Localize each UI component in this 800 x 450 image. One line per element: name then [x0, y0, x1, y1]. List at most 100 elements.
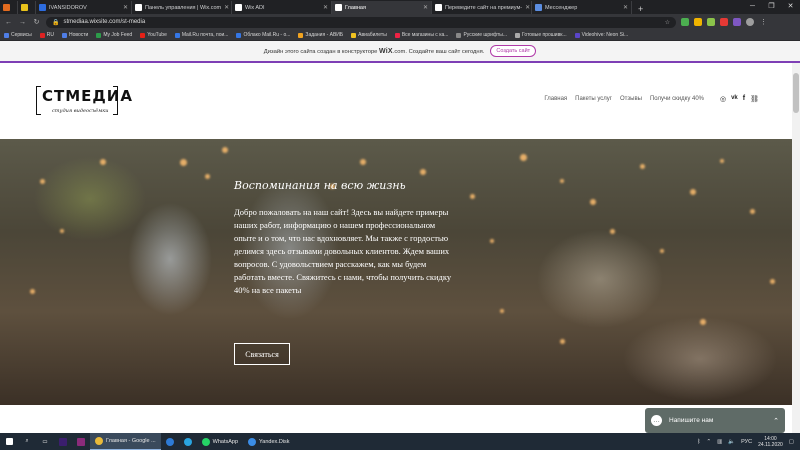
- create-site-button[interactable]: Создать сайт: [490, 45, 537, 57]
- bookmark-item[interactable]: My Job Feed: [96, 32, 132, 38]
- minimize-icon[interactable]: ─: [743, 0, 762, 14]
- tab-wix-adi[interactable]: Wix ADI ✕: [232, 1, 332, 14]
- bookmark-item[interactable]: Новости: [61, 32, 88, 38]
- after-effects-icon[interactable]: [72, 433, 90, 450]
- system-tray: ᛒ ⌃ ▥ 🔈 РУС 14:00 24.11.2020 ▢: [697, 436, 800, 448]
- chat-bubble-icon: …: [651, 415, 662, 426]
- close-icon[interactable]: ✕: [224, 4, 229, 11]
- tab-pinned-2[interactable]: [18, 1, 36, 14]
- bookmark-favicon-icon: [515, 32, 521, 38]
- tab-pinned-1[interactable]: [0, 1, 18, 14]
- scrollbar-thumb[interactable]: [793, 73, 799, 113]
- bookmark-item[interactable]: Сервисы: [4, 32, 32, 38]
- premiere-icon[interactable]: [54, 433, 72, 450]
- taskbar-app-whatsapp[interactable]: WhatsApp: [197, 433, 243, 450]
- chrome-icon: [95, 437, 103, 445]
- taskbar-app-yandex-disk[interactable]: Yandex.Disk: [243, 433, 294, 450]
- avatar[interactable]: [746, 18, 754, 26]
- logo-tagline: студия видеосъёмки: [52, 108, 109, 114]
- bokeh-light: [520, 154, 527, 161]
- bookmark-item[interactable]: Все магазины с ка...: [394, 32, 448, 38]
- vk-icon[interactable]: vk: [731, 95, 738, 103]
- windows-start-icon[interactable]: [0, 433, 18, 450]
- new-tab-button[interactable]: +: [632, 4, 649, 14]
- bokeh-light: [690, 189, 696, 195]
- close-icon[interactable]: ✕: [525, 4, 530, 11]
- app-icon[interactable]: [161, 433, 179, 450]
- telegram-icon[interactable]: [179, 433, 197, 450]
- tray-chevron-icon[interactable]: ⌃: [706, 439, 711, 445]
- contact-button[interactable]: Связаться: [234, 343, 290, 365]
- whatsapp-icon: [201, 437, 210, 446]
- close-icon[interactable]: ✕: [423, 4, 428, 11]
- tab-favicon-icon: [335, 4, 342, 11]
- tab-messenger[interactable]: Мессенджер ✕: [532, 1, 632, 14]
- close-window-icon[interactable]: ✕: [781, 0, 800, 14]
- instagram-icon[interactable]: ◎: [720, 95, 726, 103]
- close-icon[interactable]: ✕: [623, 4, 628, 11]
- menu-item-home[interactable]: Главная: [544, 96, 567, 102]
- bookmark-star-icon[interactable]: ☆: [665, 19, 670, 26]
- bookmark-item[interactable]: Готовые прошивк...: [515, 32, 567, 38]
- bookmark-item[interactable]: Русские шрифты...: [456, 32, 507, 38]
- tab-ivansidorov[interactable]: IVANSIDOROV ✕: [36, 1, 132, 14]
- notifications-icon[interactable]: ▢: [789, 439, 794, 445]
- bokeh-light: [560, 339, 565, 344]
- bookmark-item[interactable]: Videohive: Neon Si...: [574, 32, 628, 38]
- menu-item-reviews[interactable]: Отзывы: [620, 96, 642, 102]
- taskbar-app-chrome[interactable]: Главная - Google ...: [90, 433, 161, 450]
- maximize-icon[interactable]: ❐: [762, 0, 781, 14]
- address-text: stmediaa.wixsite.com/st-media: [63, 19, 146, 25]
- extension-icon[interactable]: [707, 18, 715, 26]
- network-icon[interactable]: ▥: [717, 439, 722, 445]
- extension-icon[interactable]: [720, 18, 728, 26]
- address-bar[interactable]: 🔒 stmediaa.wixsite.com/st-media ☆: [46, 16, 676, 28]
- facebook-icon[interactable]: f: [743, 95, 745, 103]
- bookmark-item[interactable]: Авиабилеты: [351, 32, 387, 38]
- bookmark-item[interactable]: Облако Mail.Ru - о...: [236, 32, 290, 38]
- language-indicator[interactable]: РУС: [741, 439, 752, 445]
- menu-item-discount[interactable]: Получи скидку 40%: [650, 96, 704, 102]
- chevron-up-icon[interactable]: ⌃: [773, 417, 779, 425]
- bluetooth-icon[interactable]: ᛒ: [697, 439, 700, 445]
- chat-widget[interactable]: … Напишите нам ⌃: [645, 408, 785, 433]
- search-icon[interactable]: ⌕: [18, 433, 36, 450]
- tab-favicon-icon: [435, 4, 442, 11]
- tab-wix-dashboard[interactable]: Панель управления | Wix.com ✕: [132, 1, 232, 14]
- bookmarks-bar: Сервисы RU Новости My Job Feed YouTube Mail.R…: [0, 30, 800, 41]
- bookmark-item[interactable]: YouTube: [140, 32, 167, 38]
- bookmark-favicon-icon: [456, 32, 462, 38]
- clock[interactable]: 14:00 24.11.2020: [758, 436, 783, 448]
- back-icon[interactable]: ←: [4, 19, 13, 26]
- close-icon[interactable]: ✕: [323, 4, 328, 11]
- tab-home[interactable]: Главная ✕: [332, 1, 432, 14]
- tab-premium[interactable]: Переведите сайт на премиум- ✕: [432, 1, 532, 14]
- link-icon[interactable]: ⛓: [750, 95, 759, 103]
- tab-favicon-icon: [235, 4, 242, 11]
- extension-icon[interactable]: [694, 18, 702, 26]
- bokeh-light: [40, 179, 45, 184]
- browser-tab-strip: IVANSIDOROV ✕ Панель управления | Wix.com…: [0, 0, 800, 14]
- page-scrollbar[interactable]: [792, 63, 800, 433]
- reload-icon[interactable]: ↻: [32, 18, 41, 26]
- forward-icon[interactable]: →: [18, 19, 27, 26]
- social-icons: ◎ vk f ⛓: [720, 95, 759, 103]
- bookmark-item[interactable]: Задания - АВИБ: [298, 32, 343, 38]
- bookmark-item[interactable]: Mail.Ru почта, пои...: [174, 32, 228, 38]
- extension-icon[interactable]: [681, 18, 689, 26]
- bokeh-light: [660, 249, 664, 253]
- site-logo[interactable]: СТМЕДИА студия видеосъёмки: [36, 86, 132, 120]
- bokeh-light: [770, 279, 775, 284]
- bookmark-item[interactable]: RU: [39, 32, 54, 38]
- site-menu: Главная Пакеты услуг Отзывы Получи скидк…: [544, 96, 704, 102]
- bokeh-light: [640, 164, 645, 169]
- bokeh-light: [560, 179, 564, 183]
- extension-icon[interactable]: [733, 18, 741, 26]
- menu-item-packages[interactable]: Пакеты услуг: [575, 96, 612, 102]
- site-header: СТМЕДИА студия видеосъёмки Главная Пакет…: [0, 64, 792, 139]
- menu-icon[interactable]: ⋮: [759, 18, 768, 26]
- task-view-icon[interactable]: ▭: [36, 433, 54, 450]
- volume-icon[interactable]: 🔈: [728, 439, 735, 445]
- close-icon[interactable]: ✕: [123, 4, 128, 11]
- tab-favicon-icon: [39, 4, 46, 11]
